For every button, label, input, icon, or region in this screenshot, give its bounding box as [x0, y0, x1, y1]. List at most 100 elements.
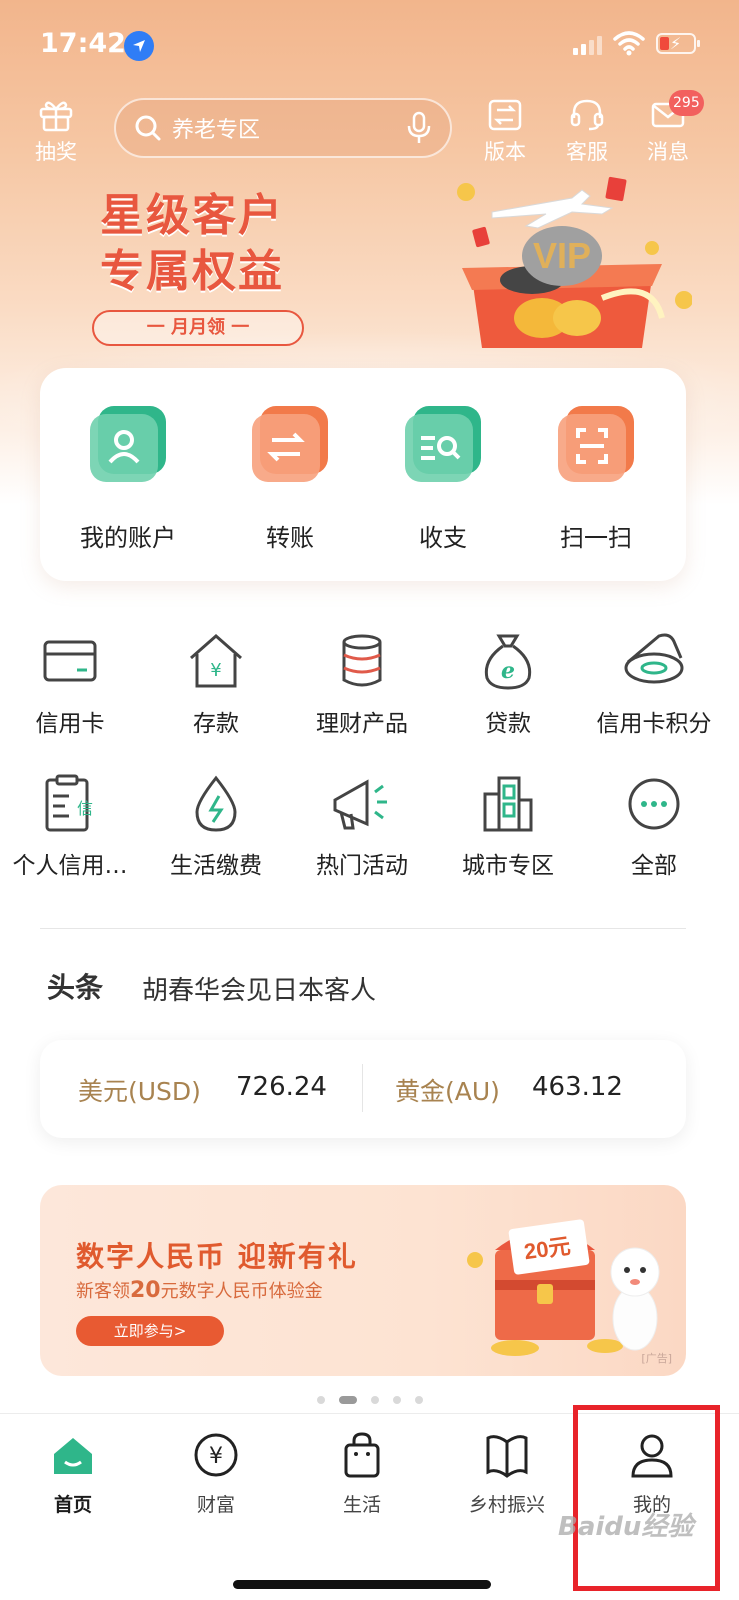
banner-title-line2: 专属权益 — [100, 246, 284, 297]
quick-action-scan[interactable]: 扫一扫 — [526, 404, 666, 553]
rates-separator — [362, 1064, 363, 1112]
svg-text:¥: ¥ — [209, 1444, 223, 1469]
microphone-icon[interactable] — [406, 111, 432, 145]
service-utility-payment[interactable]: 生活缴费 — [146, 774, 286, 880]
service-loan[interactable]: e 贷款 — [438, 632, 578, 738]
version-label: 版本 — [484, 140, 526, 164]
city-zone-label: 城市专区 — [462, 853, 554, 879]
income-expense-label: 收支 — [419, 524, 467, 552]
ad-join-button[interactable]: 立即参与> — [76, 1316, 224, 1346]
version-button[interactable]: 版本 — [473, 98, 537, 166]
account-icon — [88, 404, 168, 484]
version-switch-icon — [488, 99, 522, 131]
income-expense-icon — [403, 404, 483, 484]
tab-life-label: 生活 — [342, 1494, 381, 1516]
carousel-dot[interactable] — [370, 1396, 379, 1404]
section-divider — [40, 928, 686, 929]
search-placeholder: 养老专区 — [172, 118, 261, 143]
service-credit-card[interactable]: 信用卡 — [0, 632, 140, 738]
deposit-label: 存款 — [193, 711, 239, 737]
svg-text:e: e — [501, 658, 515, 684]
deposit-icon: ¥ — [181, 632, 251, 692]
card-points-label: 信用卡积分 — [596, 711, 712, 737]
highlight-box — [573, 1405, 720, 1591]
card-points-icon — [619, 632, 689, 692]
personal-credit-icon: 信 — [35, 774, 105, 834]
treasure-chest-illustration: 20元 — [467, 1219, 660, 1356]
quick-action-transfer[interactable]: 转账 — [220, 404, 360, 553]
carousel-dot-active[interactable] — [338, 1396, 357, 1404]
credit-card-icon — [35, 632, 105, 692]
svg-text:¥: ¥ — [210, 660, 221, 681]
home-icon — [48, 1430, 98, 1480]
tab-home[interactable]: 首页 — [18, 1430, 128, 1517]
ad-subtitle: 新客领20元数字人民币体验金 — [76, 1277, 323, 1303]
lottery-label: 抽奖 — [35, 140, 77, 164]
service-hot-activity[interactable]: 热门活动 — [292, 774, 432, 880]
location-icon — [124, 31, 154, 61]
gold-label: 黄金(AU) — [395, 1077, 500, 1106]
service-deposit[interactable]: ¥ 存款 — [146, 632, 286, 738]
service-wealth-product[interactable]: 理财产品 — [292, 632, 432, 738]
hot-activity-icon — [327, 774, 397, 834]
ad-subtitle-amount: 20 — [130, 1278, 161, 1303]
quick-action-income-expense[interactable]: 收支 — [373, 404, 513, 553]
wealth-product-icon — [327, 632, 397, 692]
tab-life[interactable]: 生活 — [307, 1430, 417, 1517]
scan-label: 扫一扫 — [560, 524, 632, 552]
search-icon — [135, 115, 161, 141]
service-city-zone[interactable]: 城市专区 — [438, 774, 578, 880]
vip-gift-illustration: VIP — [457, 176, 692, 348]
watermark: Baidu经验 — [558, 1512, 694, 1542]
search-bar[interactable]: 养老专区 — [114, 98, 452, 158]
customer-service-button[interactable]: 客服 — [555, 98, 619, 166]
cellular-signal-icon — [573, 36, 602, 55]
utility-payment-label: 生活缴费 — [170, 853, 262, 879]
tab-home-label: 首页 — [53, 1494, 92, 1516]
utility-payment-icon — [181, 774, 251, 834]
scan-icon — [556, 404, 636, 484]
digital-rmb-ad[interactable]: 数字人民币 迎新有礼 新客领20元数字人民币体验金 立即参与> 20元 [广告] — [40, 1185, 686, 1376]
message-badge: 295 — [669, 90, 704, 116]
tab-rural-label: 乡村振兴 — [468, 1494, 545, 1516]
ad-subtitle-post: 元数字人民币体验金 — [160, 1281, 323, 1302]
city-zone-icon — [473, 774, 543, 834]
ad-tag-text: 广告 — [645, 1352, 668, 1365]
wifi-icon — [613, 31, 645, 56]
quick-action-my-account[interactable]: 我的账户 — [58, 404, 198, 553]
carousel-indicator[interactable] — [0, 1396, 739, 1404]
more-icon — [619, 774, 689, 834]
loan-label: 贷款 — [485, 711, 531, 737]
service-all[interactable]: 全部 — [584, 774, 724, 880]
banner-title[interactable]: 星级客户 专属权益 — [100, 188, 284, 300]
ad-subtitle-pre: 新客领 — [76, 1281, 130, 1302]
carousel-dot[interactable] — [392, 1396, 401, 1404]
tab-wealth-label: 财富 — [196, 1494, 235, 1516]
rural-book-icon — [482, 1430, 532, 1480]
headline-text[interactable]: 胡春华会见日本客人 — [142, 970, 376, 1007]
usd-value: 726.24 — [236, 1072, 327, 1102]
headline-tag: 头条 — [47, 971, 104, 1004]
transfer-icon — [250, 404, 330, 484]
gift-icon — [39, 101, 73, 132]
service-personal-credit[interactable]: 信 个人信用… — [0, 774, 140, 880]
service-label: 客服 — [566, 140, 608, 164]
all-label: 全部 — [631, 853, 677, 879]
my-account-label: 我的账户 — [80, 524, 176, 552]
personal-credit-label: 个人信用… — [12, 853, 128, 879]
status-time: 17:42 — [40, 28, 126, 59]
carousel-dot[interactable] — [414, 1396, 423, 1404]
rates-card[interactable]: 美元(USD) 726.24 黄金(AU) 463.12 — [40, 1040, 686, 1138]
home-indicator[interactable] — [233, 1580, 491, 1589]
tab-rural-revitalization[interactable]: 乡村振兴 — [452, 1430, 562, 1517]
message-label: 消息 — [647, 140, 689, 164]
ad-title: 数字人民币 迎新有礼 — [76, 1240, 358, 1273]
service-card-points[interactable]: 信用卡积分 — [584, 632, 724, 738]
lottery-button[interactable]: 抽奖 — [24, 98, 88, 166]
status-bar: 17:42 ⚡ — [0, 0, 739, 90]
usd-label: 美元(USD) — [78, 1077, 201, 1106]
banner-title-line1: 星级客户 — [100, 190, 284, 241]
carousel-dot[interactable] — [316, 1396, 325, 1404]
banner-pill[interactable]: 一 月月领 一 — [92, 310, 304, 346]
tab-wealth[interactable]: ¥ 财富 — [161, 1430, 271, 1517]
